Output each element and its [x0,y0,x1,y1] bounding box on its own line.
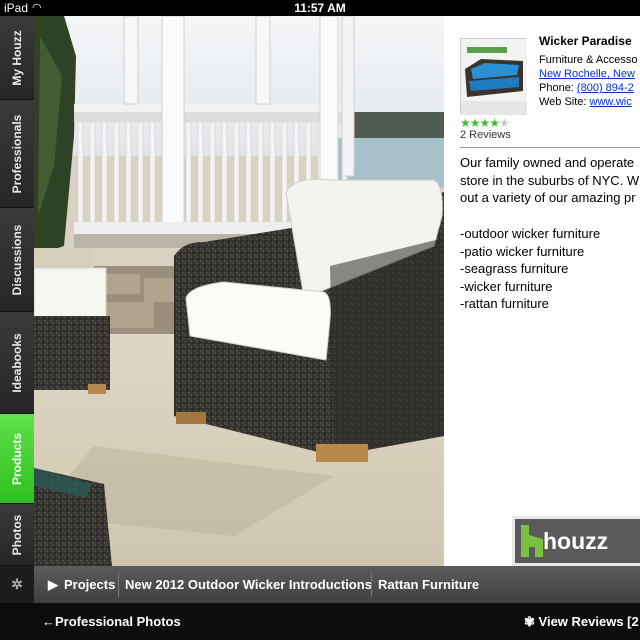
product-photo[interactable] [34,16,444,566]
tab-label: Professionals [10,114,24,193]
star-empty-icon: ★ [499,116,510,130]
tab-photos[interactable]: Photos [0,504,34,566]
back-arrow-icon: ← [42,614,55,629]
back-button-label: Professional Photos [55,614,181,629]
phone-link[interactable]: (800) 894-2 [577,82,634,94]
star-icon: ★★★★ [460,116,500,130]
phone-label: Phone: [539,82,577,94]
rating-stars: ★★★★★ [460,116,510,130]
offering-item: -outdoor wicker furniture [460,226,601,241]
business-category: Furniture & Accesso [539,54,638,66]
offering-item: -seagrass furniture [460,261,569,276]
business-thumbnail[interactable] [460,38,527,115]
location-link-text[interactable]: New Rochelle, New [539,68,635,80]
breadcrumb-arrow-icon: ▶ [48,577,58,592]
tab-products[interactable]: Products [0,414,34,504]
tab-label: My Houzz [10,29,24,86]
breadcrumb-item-new-2012[interactable]: New 2012 Outdoor Wicker Introductions [125,566,372,603]
back-to-professional-photos-button[interactable]: ←Professional Photos [42,603,181,640]
breadcrumb-separator [371,572,372,597]
sofa-thumbnail-image [461,39,527,115]
description-line: Our family owned and operate [460,155,635,170]
website-label: Web Site: [539,96,590,108]
tab-professionals[interactable]: Professionals [0,100,34,208]
tab-label: Products [10,432,24,485]
tab-label: Photos [10,514,24,555]
offering-item: -rattan furniture [460,296,549,311]
houzz-mark-icon [521,525,543,557]
reviews-star-icon: ✾ [524,614,535,629]
business-phone: Phone: (800) 894-2 [539,82,634,94]
business-name: Wicker Paradise [539,34,632,48]
side-tab-bar: My Houzz Professionals Discussions Ideab… [0,16,34,566]
website-link[interactable]: www.wic [590,96,632,108]
view-reviews-label: View Reviews [2 [538,614,639,629]
status-bar: iPad ◠ 11:57 AM [0,0,640,16]
bottom-toolbar: ✲ ←Professional Photos ✾ View Reviews [2 [0,566,640,640]
business-description: Our family owned and operate store in th… [460,154,640,207]
breadcrumb-projects[interactable]: Projects [64,566,115,603]
tab-label: Discussions [10,224,24,295]
houzz-logo: houzz [512,516,640,566]
business-location-link[interactable]: New Rochelle, New [539,68,635,80]
business-info-panel: Wicker Paradise Furniture & Accesso New … [444,16,640,566]
tab-discussions[interactable]: Discussions [0,208,34,312]
breadcrumb: ▶ Projects New 2012 Outdoor Wicker Intro… [34,566,640,603]
tab-my-houzz[interactable]: My Houzz [0,16,34,100]
tab-ideabooks[interactable]: Ideabooks [0,312,34,414]
offering-item: -wicker furniture [460,278,553,294]
tab-label: Ideabooks [10,332,24,393]
status-time: 11:57 AM [294,1,346,15]
breadcrumb-item-rattan[interactable]: Rattan Furniture [378,566,479,603]
view-reviews-button[interactable]: ✾ View Reviews [2 [524,603,639,640]
breadcrumb-separator [118,572,119,597]
description-line: out a variety of our amazing pr [460,190,636,205]
offerings-list: -outdoor wicker furniture -patio wicker … [460,225,600,313]
settings-gear-icon[interactable]: ✲ [0,566,34,603]
divider [460,147,640,148]
description-line: store in the suburbs of NYC. W [460,172,640,188]
reviews-count[interactable]: 2 Reviews [460,129,511,141]
offering-item: -patio wicker furniture [460,243,585,259]
houzz-logo-text: houzz [543,527,609,554]
wicker-chair-photo [34,16,444,566]
business-website: Web Site: www.wic [539,96,632,108]
